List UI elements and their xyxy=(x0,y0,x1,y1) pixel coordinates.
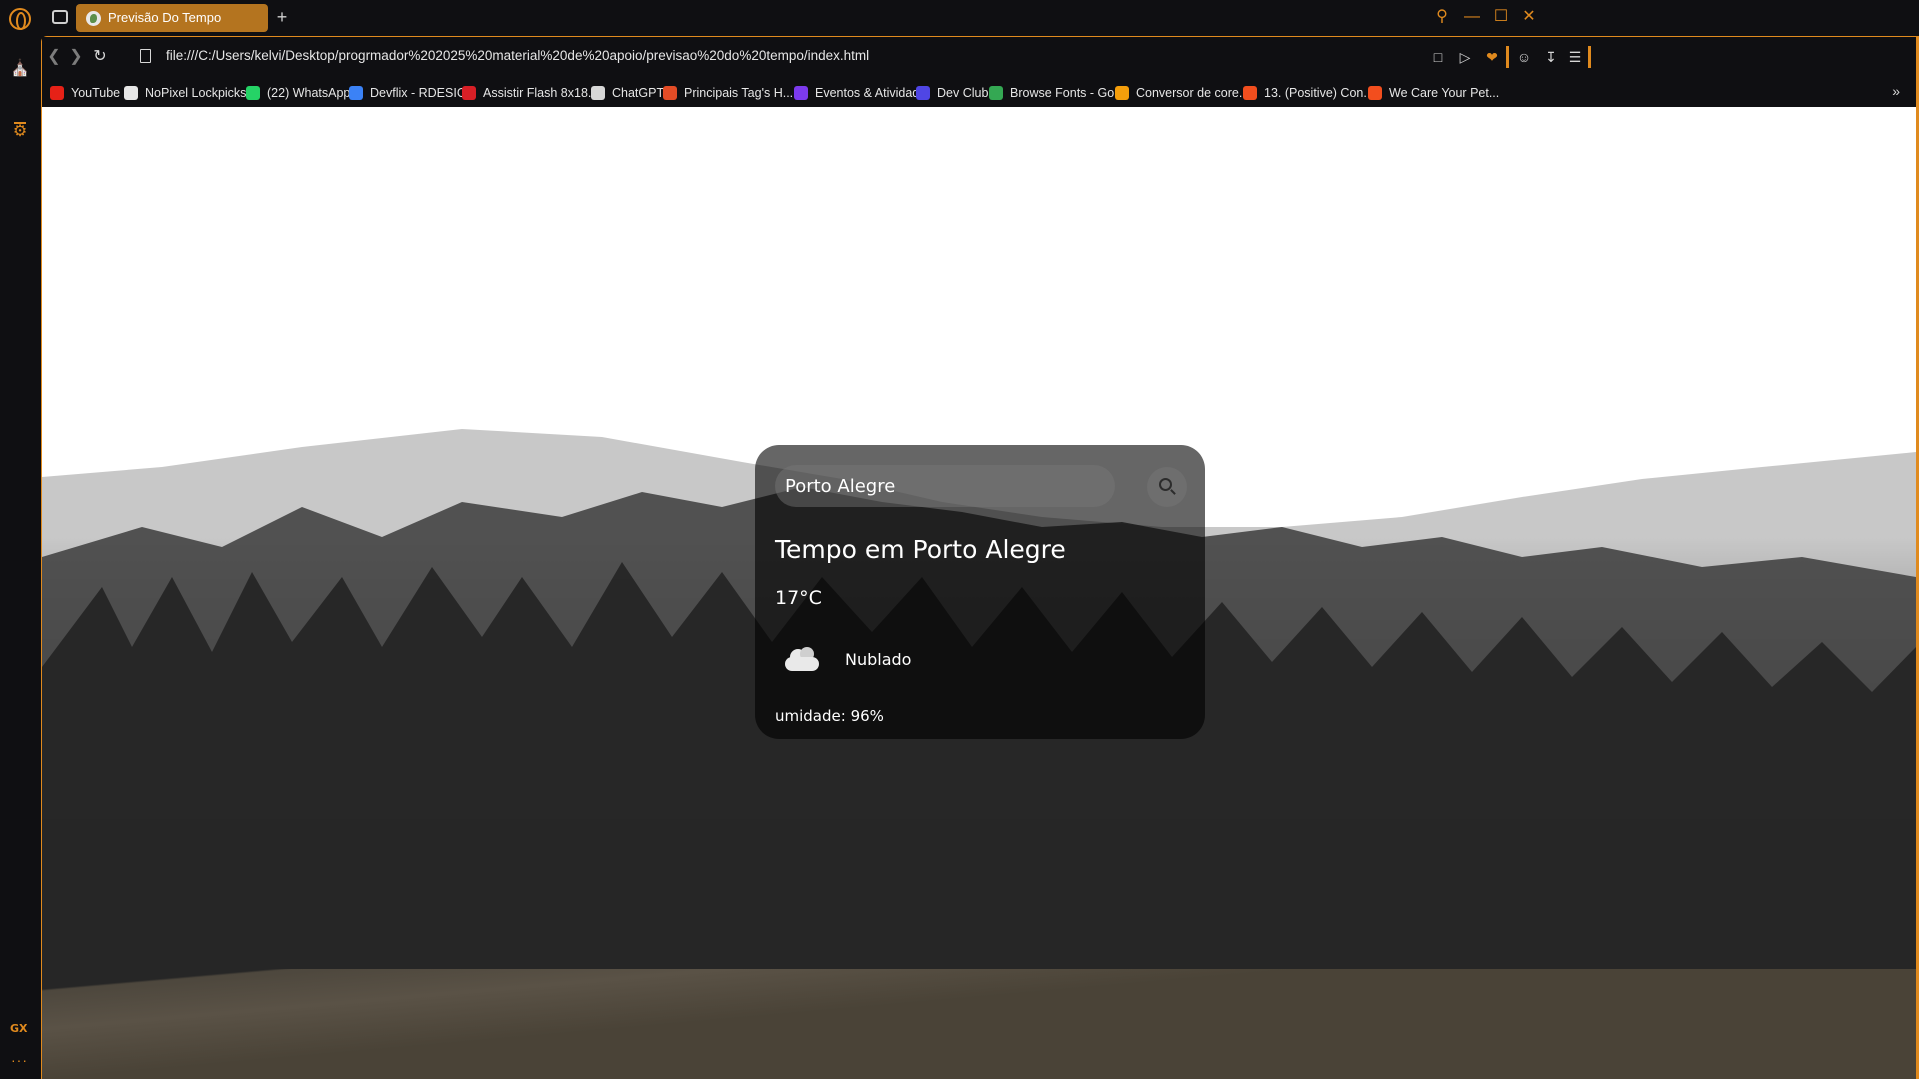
tab-title: Previsão Do Tempo xyxy=(108,10,222,25)
bookmark-item[interactable]: Principais Tag's H... xyxy=(663,84,793,102)
weather-condition: Nublado xyxy=(775,639,911,679)
bookmark-favicon-icon xyxy=(124,86,138,100)
bookmark-favicon-icon xyxy=(591,86,605,100)
minimize-icon[interactable]: — xyxy=(1461,6,1483,28)
bookmark-label: Conversor de core... xyxy=(1136,86,1250,100)
active-tab[interactable]: Previsão Do Tempo xyxy=(76,4,268,32)
search-button[interactable] xyxy=(1147,467,1187,507)
bookmarks-overflow-icon[interactable]: » xyxy=(1892,83,1900,99)
player-icon[interactable]: ▷ xyxy=(1455,47,1475,67)
bookmark-item[interactable]: Assistir Flash 8x18... xyxy=(462,84,598,102)
globe-favicon-icon xyxy=(86,11,101,26)
bookmark-favicon-icon xyxy=(462,86,476,100)
bookmark-item[interactable]: Browse Fonts - Go... xyxy=(989,84,1125,102)
bookmark-item[interactable]: Eventos & Atividad... xyxy=(794,84,930,102)
toolbar-edge xyxy=(1588,46,1591,68)
bookmark-item[interactable]: ChatGPT xyxy=(591,84,664,102)
close-window-icon[interactable]: ✕ xyxy=(1518,6,1540,28)
bookmark-favicon-icon xyxy=(663,86,677,100)
search-tabs-icon[interactable]: ⚲ xyxy=(1431,6,1453,28)
condition-text: Nublado xyxy=(845,649,912,669)
download-icon[interactable]: ↧ xyxy=(1541,47,1561,67)
bookmark-item[interactable]: We Care Your Pet... xyxy=(1368,84,1499,102)
toolbar-divider xyxy=(1506,46,1509,68)
bookmark-item[interactable]: Dev Club xyxy=(916,84,988,102)
easy-setup-icon[interactable]: ☰ xyxy=(1565,47,1585,67)
forward-icon[interactable]: ❯ xyxy=(66,47,86,67)
bookmark-favicon-icon xyxy=(1368,86,1382,100)
file-page-icon xyxy=(140,49,151,63)
bookmark-label: We Care Your Pet... xyxy=(1389,86,1500,100)
profile-icon[interactable]: ☺ xyxy=(1514,47,1534,67)
field-ground xyxy=(42,969,1916,1079)
bookmark-label: NoPixel Lockpicks... xyxy=(145,86,257,100)
bookmark-label: Dev Club xyxy=(937,86,989,100)
bookmark-favicon-icon xyxy=(50,86,64,100)
settings-gear-icon[interactable]: ⚙ xyxy=(10,122,30,142)
maximize-icon[interactable]: ☐ xyxy=(1490,6,1512,28)
bookmark-item[interactable]: (22) WhatsApp xyxy=(246,84,350,102)
snapshot-icon[interactable]: □ xyxy=(1428,47,1448,67)
bookmark-label: ChatGPT xyxy=(612,86,665,100)
bookmark-favicon-icon xyxy=(246,86,260,100)
bookmark-favicon-icon xyxy=(1115,86,1129,100)
humidity-text: umidade: 96% xyxy=(775,707,884,725)
weather-card: Tempo em Porto Alegre 17°C Nublado umida… xyxy=(755,445,1205,739)
bookmark-label: Principais Tag's H... xyxy=(684,86,794,100)
tab-island-icon[interactable] xyxy=(52,10,68,24)
tab-bar: Previsão Do Tempo + ⚲ — ☐ ✕ xyxy=(41,0,1919,36)
bookmark-label: YouTube xyxy=(71,86,121,100)
bookmark-favicon-icon xyxy=(916,86,930,100)
bookmark-item[interactable]: Devflix - RDESIGN xyxy=(349,84,476,102)
bookmark-favicon-icon xyxy=(349,86,363,100)
bookmark-item[interactable]: Conversor de core... xyxy=(1115,84,1249,102)
gx-control-badge[interactable]: GX xyxy=(10,1022,28,1035)
back-icon[interactable]: ❮ xyxy=(44,47,64,67)
new-tab-button[interactable]: + xyxy=(273,8,291,26)
opera-gx-logo-icon[interactable] xyxy=(9,8,31,30)
bookmark-label: (22) WhatsApp xyxy=(267,86,351,100)
bookmark-label: Assistir Flash 8x18... xyxy=(483,86,599,100)
browser-sidebar: ⛪ ⚙ GX ··· xyxy=(0,0,41,1079)
bookmark-item[interactable]: 13. (Positive) Con... xyxy=(1243,84,1374,102)
bookmark-favicon-icon xyxy=(989,86,1003,100)
bookmark-label: Eventos & Atividad... xyxy=(815,86,930,100)
reload-icon[interactable]: ↻ xyxy=(90,47,110,67)
bookmark-label: Browse Fonts - Go... xyxy=(1010,86,1125,100)
temperature: 17°C xyxy=(775,587,822,609)
city-search-input[interactable] xyxy=(775,465,1115,507)
bookmark-label: 13. (Positive) Con... xyxy=(1264,86,1374,100)
bookmark-favicon-icon xyxy=(794,86,808,100)
city-title: Tempo em Porto Alegre xyxy=(775,535,1066,564)
bookmark-item[interactable]: YouTube xyxy=(50,84,120,102)
heart-icon[interactable]: ❤ xyxy=(1482,47,1502,67)
url-field[interactable]: file:///C:/Users/kelvi/Desktop/progrmado… xyxy=(166,48,869,63)
shopping-icon[interactable]: ⛪ xyxy=(10,59,30,79)
page-viewport: Tempo em Porto Alegre 17°C Nublado umida… xyxy=(42,107,1916,1079)
bookmark-label: Devflix - RDESIGN xyxy=(370,86,476,100)
cloud-icon xyxy=(775,639,827,679)
sidebar-more-icon[interactable]: ··· xyxy=(11,1052,28,1068)
address-bar: ❮ ❯ ↻ file:///C:/Users/kelvi/Desktop/pro… xyxy=(42,37,1914,77)
bookmark-favicon-icon xyxy=(1243,86,1257,100)
bookmarks-bar: YouTube NoPixel Lockpicks... (22) WhatsApp… xyxy=(42,77,1914,107)
bookmark-item[interactable]: NoPixel Lockpicks... xyxy=(124,84,257,102)
